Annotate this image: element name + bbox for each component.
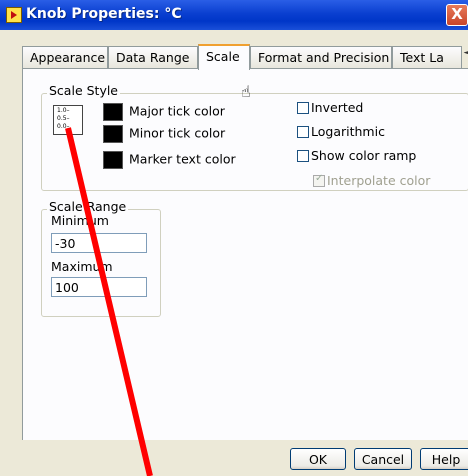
inverted-checkbox[interactable] [297, 102, 309, 114]
interpolate-color-checkbox-row: Interpolate color [313, 173, 430, 188]
scale-icon-tick: 1.0– [57, 107, 70, 114]
interpolate-color-label: Interpolate color [327, 173, 431, 188]
inverted-checkbox-row[interactable]: Inverted [297, 100, 363, 115]
tab-appearance[interactable]: Appearance [22, 46, 108, 68]
title-bar: Knob Properties: °C X [0, 0, 468, 30]
close-button[interactable]: X [446, 4, 468, 26]
scroll-left-icon[interactable]: ◄ [460, 48, 468, 58]
logarithmic-checkbox-row[interactable]: Logarithmic [297, 124, 385, 139]
minimum-input[interactable] [51, 233, 147, 253]
window-title: Knob Properties: °C [26, 6, 182, 22]
cancel-button[interactable]: Cancel [354, 448, 412, 470]
hand-pointer-icon: ☝ [241, 82, 251, 101]
tab-data-range[interactable]: Data Range [108, 46, 198, 68]
marker-text-color-row: Marker text color [103, 151, 236, 169]
minor-tick-color-label: Minor tick color [129, 125, 226, 141]
maximum-input[interactable] [51, 277, 147, 297]
scale-style-icon[interactable]: 1.0– 0.5– 0.0– [53, 105, 83, 135]
maximum-label: Maximum [51, 259, 113, 274]
major-tick-color-row: Major tick color [103, 103, 225, 121]
logarithmic-checkbox[interactable] [297, 126, 309, 138]
major-tick-color-label: Major tick color [129, 103, 225, 119]
marker-text-color-label: Marker text color [129, 151, 236, 167]
app-icon [6, 7, 22, 23]
help-button[interactable]: Help [420, 448, 468, 470]
scale-style-legend: Scale Style [47, 83, 121, 98]
tab-scale[interactable]: Scale [198, 44, 250, 70]
tab-text-labels[interactable]: Text La [392, 46, 462, 68]
scale-tab-panel: Scale Style 1.0– 0.5– 0.0– Major tick co… [22, 68, 468, 440]
show-color-ramp-checkbox-row[interactable]: Show color ramp [297, 148, 416, 163]
minimum-label: Minimum [51, 213, 109, 228]
tab-scroll-arrows: ◄► [460, 48, 468, 66]
major-tick-color-swatch[interactable] [103, 103, 123, 121]
tab-strip: Appearance Data Range Scale Format and P… [22, 44, 468, 70]
inverted-label: Inverted [311, 100, 364, 115]
minor-tick-color-swatch[interactable] [103, 125, 123, 143]
tab-format-and-precision[interactable]: Format and Precision [250, 46, 392, 68]
marker-text-color-swatch[interactable] [103, 151, 123, 169]
ok-button[interactable]: OK [290, 448, 346, 470]
show-color-ramp-label: Show color ramp [311, 148, 417, 163]
logarithmic-label: Logarithmic [311, 124, 385, 139]
interpolate-color-checkbox [313, 173, 325, 187]
scale-range-legend: Scale Range [47, 199, 129, 214]
minor-tick-color-row: Minor tick color [103, 125, 225, 143]
scale-icon-tick: 0.0– [57, 123, 70, 130]
scale-icon-tick: 0.5– [57, 115, 70, 122]
show-color-ramp-checkbox[interactable] [297, 150, 309, 162]
